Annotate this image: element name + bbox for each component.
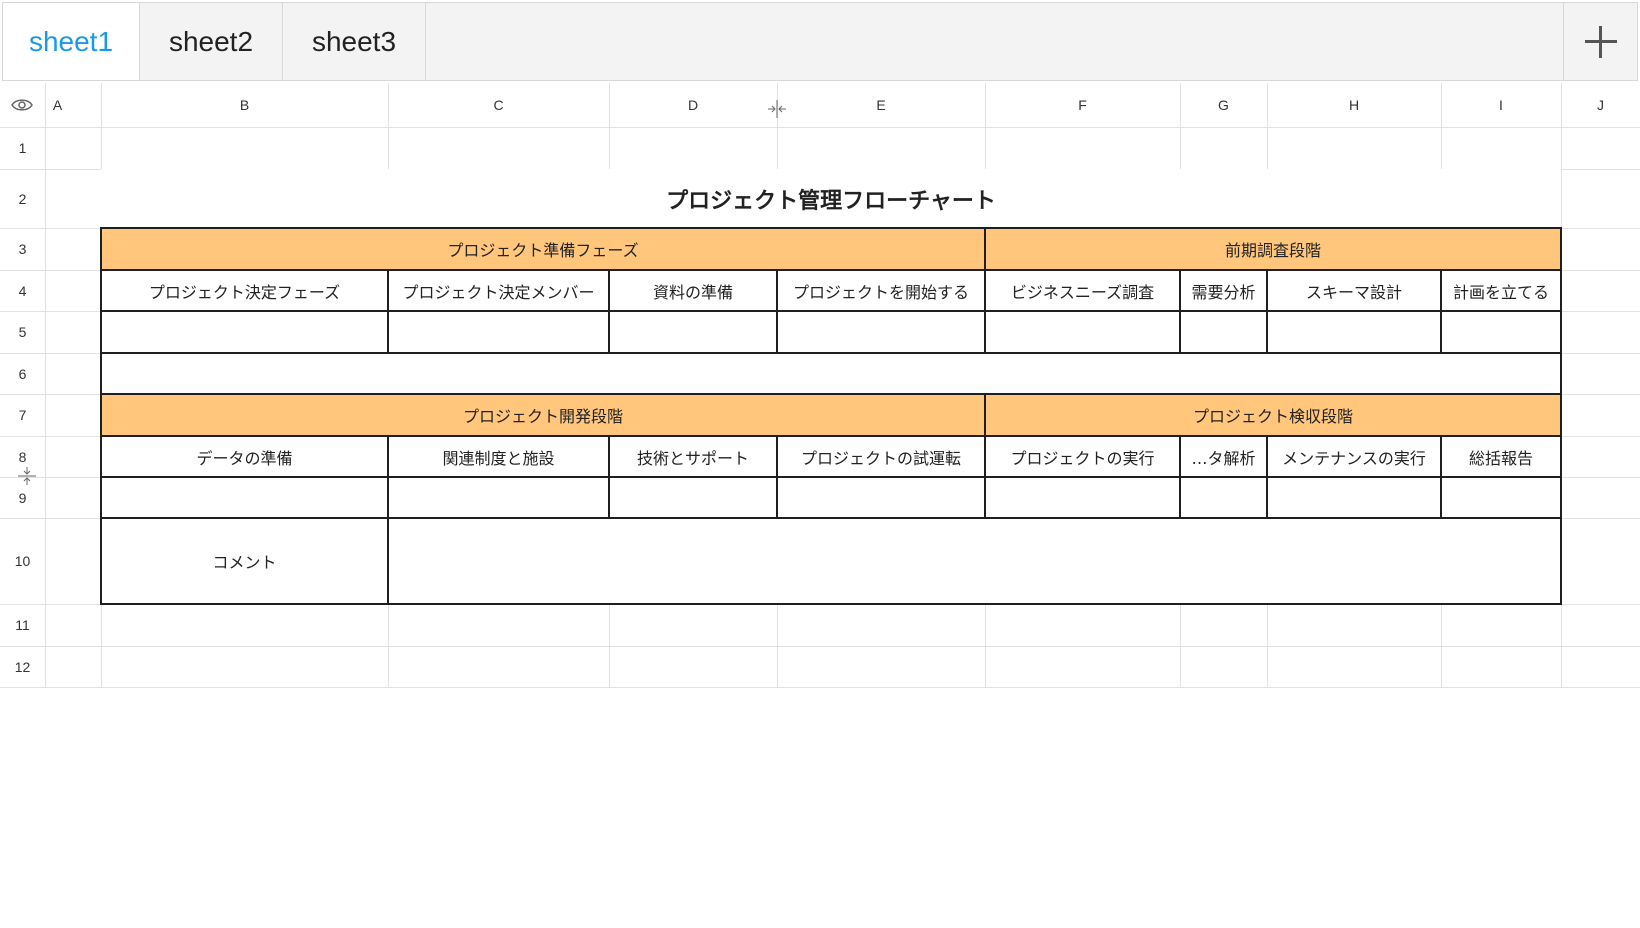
row-header-3[interactable]: 3	[0, 228, 45, 270]
table-border	[100, 352, 1562, 354]
step-cell[interactable]: データの準備	[101, 436, 388, 477]
row-resize-handle-icon[interactable]	[16, 466, 38, 486]
step-cell[interactable]: 関連制度と施設	[388, 436, 609, 477]
step-cell[interactable]: 総括報告	[1441, 436, 1561, 477]
step-cell[interactable]: 需要分析	[1180, 270, 1267, 311]
step-cell[interactable]: プロジェクトの試運転	[777, 436, 985, 477]
tab-sheet1[interactable]: sheet1	[3, 3, 140, 80]
column-header-e[interactable]: E	[777, 83, 985, 127]
flowchart-title[interactable]: プロジェクト管理フローチャート	[101, 169, 1561, 228]
step-cell[interactable]: プロジェクトを開始する	[777, 270, 985, 311]
step-cell[interactable]: スキーマ設計	[1267, 270, 1441, 311]
step-cell[interactable]: 計画を立てる	[1441, 270, 1561, 311]
column-header-c[interactable]: C	[388, 83, 609, 127]
step-cell[interactable]: プロジェクト決定メンバー	[388, 270, 609, 311]
row-header-12[interactable]: 12	[0, 646, 45, 687]
spreadsheet-grid[interactable]: A B C D E F G H I J 1 2 3 4 5 6 7 8 9 10…	[0, 0, 1640, 928]
column-header-i[interactable]: I	[1441, 83, 1561, 127]
phase-header-early-research[interactable]: 前期調査段階	[985, 228, 1561, 270]
row-header-4[interactable]: 4	[0, 270, 45, 311]
tab-sheet2[interactable]: sheet2	[140, 3, 283, 80]
merged-blank-row	[101, 353, 1561, 394]
step-cell[interactable]: 資料の準備	[609, 270, 777, 311]
step-cell[interactable]: メンテナンスの実行	[1267, 436, 1441, 477]
step-cell[interactable]: プロジェクト決定フェーズ	[101, 270, 388, 311]
column-header-j[interactable]: J	[1561, 83, 1640, 127]
row-header-10[interactable]: 10	[0, 518, 45, 604]
phase-header-preparation[interactable]: プロジェクト準備フェーズ	[101, 228, 985, 270]
column-resize-handle-icon[interactable]	[766, 99, 788, 119]
row-header-1[interactable]: 1	[0, 127, 45, 169]
column-header-g[interactable]: G	[1180, 83, 1267, 127]
row-header-6[interactable]: 6	[0, 353, 45, 394]
row-header-11[interactable]: 11	[0, 604, 45, 646]
gridline	[0, 127, 1640, 128]
column-header-d[interactable]: D	[609, 83, 777, 127]
row-header-7[interactable]: 7	[0, 394, 45, 436]
gridline	[0, 646, 1640, 647]
gridline	[45, 83, 46, 688]
eye-icon[interactable]	[11, 97, 33, 113]
step-cell[interactable]: …タ解析	[1180, 436, 1267, 477]
phase-header-development[interactable]: プロジェクト開発段階	[101, 394, 985, 436]
tab-bar-empty-area	[426, 3, 1564, 80]
row-header-5[interactable]: 5	[0, 311, 45, 353]
tab-sheet3[interactable]: sheet3	[283, 3, 426, 80]
comment-label[interactable]: コメント	[101, 518, 388, 604]
phase-header-acceptance[interactable]: プロジェクト検収段階	[985, 394, 1561, 436]
step-cell[interactable]: 技術とサポート	[609, 436, 777, 477]
column-header-a[interactable]: A	[45, 83, 70, 127]
column-header-f[interactable]: F	[985, 83, 1180, 127]
plus-icon[interactable]	[1564, 3, 1637, 80]
gridline	[0, 687, 1640, 688]
sheet-tab-bar: sheet1 sheet2 sheet3	[2, 2, 1638, 81]
column-header-b[interactable]: B	[101, 83, 388, 127]
comment-input-cell[interactable]	[388, 518, 1561, 604]
step-cell[interactable]: ビジネスニーズ調査	[985, 270, 1180, 311]
column-header-h[interactable]: H	[1267, 83, 1441, 127]
step-cell[interactable]: プロジェクトの実行	[985, 436, 1180, 477]
row-header-2[interactable]: 2	[0, 169, 45, 228]
